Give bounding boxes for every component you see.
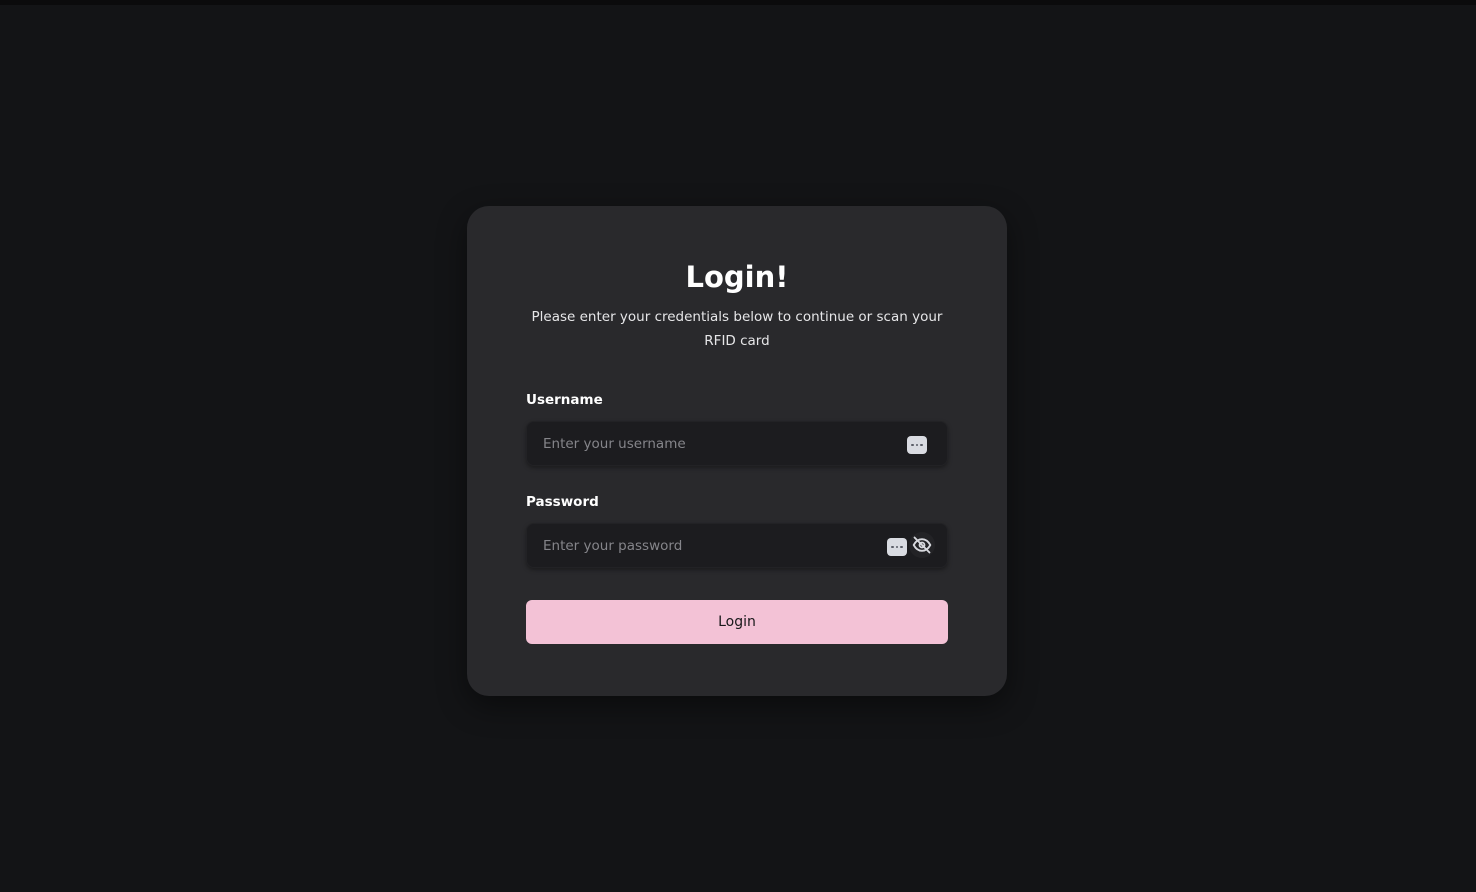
login-card: Login! Please enter your credentials bel… xyxy=(467,206,1007,696)
password-input[interactable] xyxy=(527,524,947,567)
login-button[interactable]: Login xyxy=(526,600,948,644)
subtitle-line-2: RFID card xyxy=(704,333,770,349)
eye-off-icon xyxy=(912,536,932,554)
username-input[interactable] xyxy=(527,422,947,465)
password-field-wrapper xyxy=(526,523,948,568)
window-top-bar xyxy=(0,0,1476,5)
login-subtitle: Please enter your credentials below to c… xyxy=(526,305,948,353)
password-visibility-toggle[interactable] xyxy=(909,532,935,558)
password-manager-icon[interactable] xyxy=(907,436,927,454)
password-manager-icon[interactable] xyxy=(887,538,907,556)
password-label: Password xyxy=(526,494,599,510)
username-label: Username xyxy=(526,392,603,408)
username-field-wrapper xyxy=(526,421,948,466)
subtitle-line-1: Please enter your credentials below to c… xyxy=(531,309,943,325)
login-title: Login! xyxy=(685,260,789,294)
